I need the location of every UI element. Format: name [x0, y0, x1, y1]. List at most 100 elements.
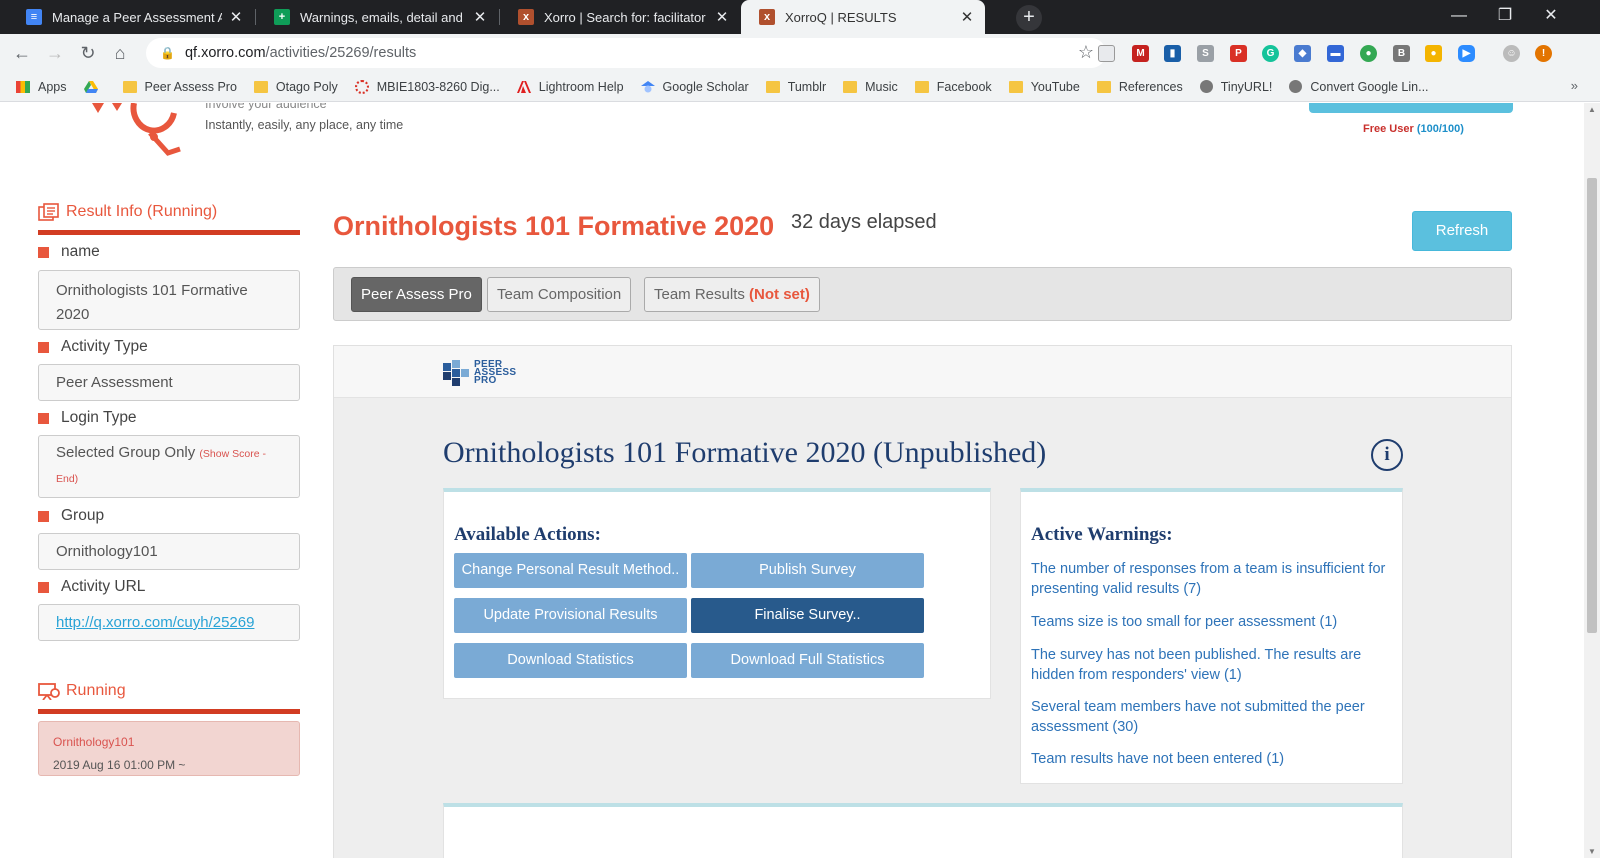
refresh-button[interactable]: Refresh — [1412, 211, 1512, 251]
bookmark-apps[interactable]: Apps — [16, 80, 67, 94]
tab-title: XorroQ | RESULTS — [785, 9, 897, 25]
free-user-status: Free User (100/100) — [1363, 123, 1464, 135]
field-label-activity-url: Activity URL — [38, 578, 145, 596]
tagline-involve: Involve your audience — [205, 103, 327, 111]
warning-members-not-submitted[interactable]: Several team members have not submitted … — [1031, 697, 1391, 737]
home-icon[interactable]: ⌂ — [108, 41, 132, 65]
browser-tab-manage-peer-assessment[interactable]: ≡ Manage a Peer Assessment Activ ✕ — [8, 0, 254, 34]
extension-b-icon[interactable]: B — [1393, 45, 1410, 62]
bookmark-convert-google-links[interactable]: Convert Google Lin... — [1289, 80, 1429, 94]
chrome-update-icon[interactable]: ! — [1535, 45, 1552, 62]
forward-arrow-icon[interactable]: → — [43, 41, 67, 65]
publish-survey-button[interactable]: Publish Survey — [691, 553, 924, 588]
bookmark-label: Facebook — [936, 79, 992, 94]
bookmark-references[interactable]: References — [1096, 80, 1183, 94]
google-drive-icon — [83, 80, 98, 93]
extension-doc-icon[interactable] — [1098, 45, 1115, 62]
address-bar[interactable]: 🔒 qf.xorro.com/activities/25269/results … — [146, 38, 1106, 68]
bookmark-label: Lightroom Help — [538, 79, 624, 94]
new-tab-button[interactable]: + — [1016, 5, 1042, 31]
minimize-button[interactable]: — — [1436, 0, 1482, 34]
bookmark-music[interactable]: Music — [843, 80, 898, 94]
folder-icon — [843, 80, 858, 93]
running-group: Ornithology101 — [53, 735, 135, 749]
bookmark-youtube[interactable]: YouTube — [1008, 80, 1080, 94]
browser-tab-xorroq-results[interactable]: x XorroQ | RESULTS ✕ — [741, 0, 985, 34]
extension-colors-icon[interactable]: ● — [1425, 45, 1442, 62]
url-path: /activities/25269/results — [265, 45, 417, 61]
bookmark-otago-poly[interactable]: Otago Poly — [253, 80, 338, 94]
warning-survey-unpublished[interactable]: The survey has not been published. The r… — [1031, 645, 1391, 685]
bookmark-google-scholar[interactable]: Google Scholar — [640, 80, 749, 94]
folder-icon — [122, 80, 137, 93]
scroll-up-arrow-icon[interactable]: ▲ — [1584, 105, 1600, 114]
close-window-button[interactable]: ✕ — [1528, 0, 1574, 34]
folder-icon — [253, 80, 268, 93]
browser-tab-xorro-search[interactable]: x Xorro | Search for: facilitator plan ✕ — [500, 0, 740, 34]
user-account-button[interactable] — [1309, 103, 1513, 113]
tab-title: Warnings, emails, detail and rem — [300, 9, 466, 25]
running-title: Running — [66, 682, 126, 699]
tab-team-results[interactable]: Team Results (Not set) — [644, 277, 820, 312]
close-icon[interactable]: ✕ — [228, 8, 244, 26]
warning-insufficient-responses[interactable]: The number of responses from a team is i… — [1031, 559, 1391, 599]
extension-analytics-icon[interactable]: ▮ — [1164, 45, 1181, 62]
folder-icon — [1096, 80, 1111, 93]
close-icon[interactable]: ✕ — [714, 8, 730, 26]
result-info-heading: Result Info (Running) — [38, 203, 217, 221]
extension-zoom-icon[interactable]: ▶ — [1458, 45, 1475, 62]
bookmark-google-drive[interactable] — [83, 80, 106, 93]
reload-icon[interactable]: ↻ — [76, 41, 100, 65]
elapsed-days: 32 days elapsed — [791, 211, 937, 233]
bookmark-mbie[interactable]: MBIE1803-8260 Dig... — [354, 79, 500, 94]
page-scrollbar[interactable]: ▲ ▼ — [1584, 103, 1600, 858]
bookmark-tumblr[interactable]: Tumblr — [765, 80, 826, 94]
extension-hangouts-icon[interactable]: ● — [1360, 45, 1377, 62]
globe-icon — [1199, 80, 1213, 93]
folder-icon — [765, 80, 780, 93]
bookmark-tinyurl[interactable]: TinyURL! — [1199, 80, 1272, 94]
download-full-statistics-button[interactable]: Download Full Statistics — [691, 643, 924, 678]
bookmark-star-icon[interactable]: ☆ — [1078, 42, 1094, 63]
warning-team-results-not-entered[interactable]: Team results have not been entered (1) — [1031, 749, 1391, 769]
tab-team-composition[interactable]: Team Composition — [487, 277, 632, 312]
extension-calendar-icon[interactable]: ▬ — [1327, 45, 1344, 62]
back-arrow-icon[interactable]: ← — [10, 41, 34, 65]
page-title: Ornithologists 101 Formative 2020 — [333, 211, 775, 241]
heading-divider — [38, 709, 300, 714]
label-text: Group — [61, 507, 105, 524]
extension-dropbox-icon[interactable]: ◆ — [1294, 45, 1311, 62]
warning-team-size-small[interactable]: Teams size is too small for peer assessm… — [1031, 612, 1391, 632]
change-personal-result-method-button[interactable]: Change Personal Result Method.. — [454, 553, 687, 588]
bookmarks-overflow-chevron-icon[interactable]: » — [1571, 78, 1578, 93]
extension-pdf-icon[interactable]: P — [1230, 45, 1247, 62]
running-heading: Running — [38, 682, 126, 700]
browser-tab-warnings-emails[interactable]: + Warnings, emails, detail and rem ✕ — [256, 0, 498, 34]
profile-avatar-icon[interactable]: ☺ — [1503, 45, 1520, 62]
bookmark-facebook[interactable]: Facebook — [914, 79, 992, 94]
download-statistics-button[interactable]: Download Statistics — [454, 643, 687, 678]
result-info-title: Result Info (Running) — [66, 203, 218, 220]
label-text: Login Type — [61, 409, 137, 426]
maximize-button[interactable]: ❐ — [1482, 0, 1528, 34]
not-set-badge: (Not set) — [749, 286, 810, 303]
tab-peer-assess-pro[interactable]: Peer Assess Pro — [351, 277, 482, 312]
extension-gmail-icon[interactable]: M — [1132, 45, 1149, 62]
close-icon[interactable]: ✕ — [472, 8, 488, 26]
bookmark-lightroom-help[interactable]: Lightroom Help — [516, 79, 624, 94]
running-activity-card[interactable]: Ornithology101 2019 Aug 16 01:00 PM ~ — [38, 721, 300, 776]
bookmark-label: MBIE1803-8260 Dig... — [376, 79, 500, 94]
scrollbar-thumb[interactable] — [1587, 178, 1597, 633]
panel-header: PEER ASSESS PRO — [334, 346, 1511, 398]
finalise-survey-button[interactable]: Finalise Survey.. — [691, 598, 924, 633]
extension-grammarly-icon[interactable]: G — [1262, 45, 1279, 62]
next-section-card — [443, 803, 1403, 858]
extension-s-icon[interactable]: S — [1197, 45, 1214, 62]
info-icon[interactable]: i — [1371, 439, 1403, 471]
scroll-down-arrow-icon[interactable]: ▼ — [1584, 847, 1600, 856]
activity-url-link[interactable]: http://q.xorro.com/cuyh/25269 — [56, 614, 254, 631]
bookmark-peer-assess-pro[interactable]: Peer Assess Pro — [122, 80, 237, 94]
close-icon[interactable]: ✕ — [959, 8, 975, 26]
field-label-activity-type: Activity Type — [38, 338, 148, 356]
update-provisional-results-button[interactable]: Update Provisional Results — [454, 598, 687, 633]
